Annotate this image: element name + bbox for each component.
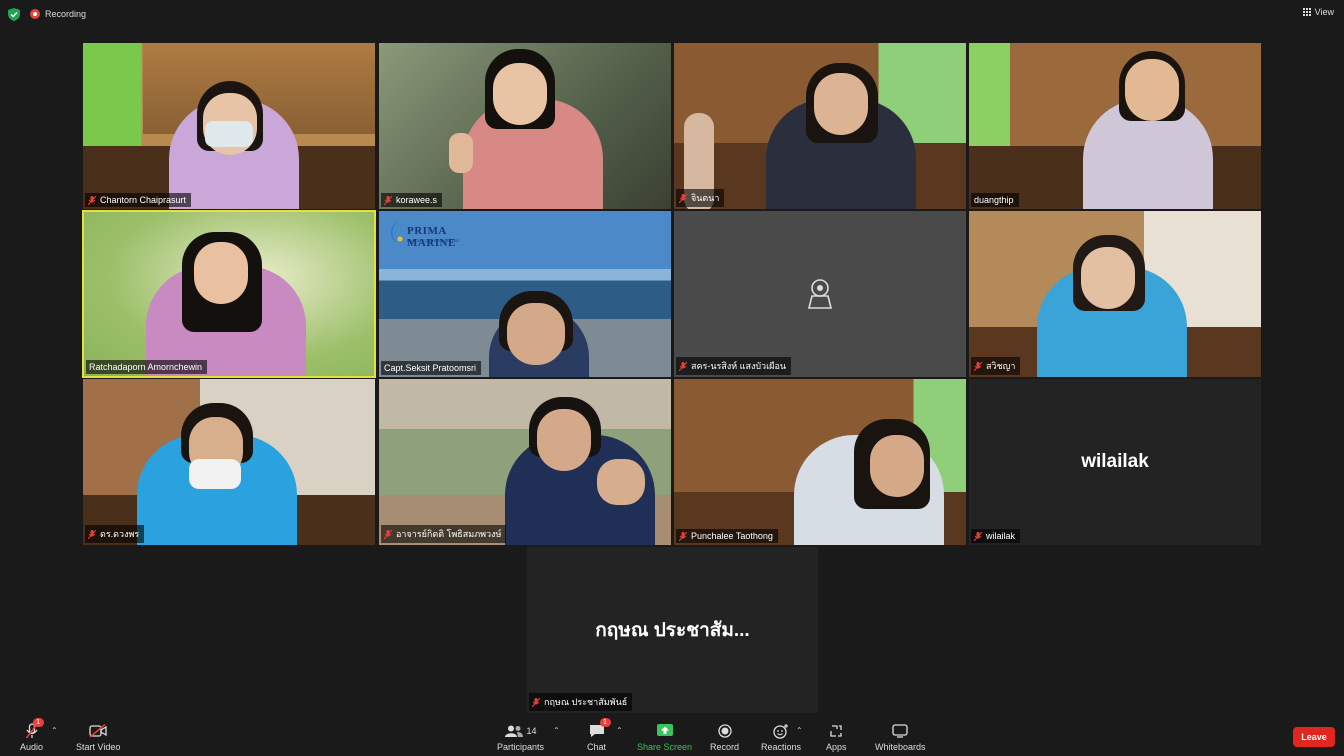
- mic-muted-icon: [679, 361, 687, 371]
- video-tile-camera-off[interactable]: wilailak wilailak: [969, 379, 1261, 545]
- start-video-label: Start Video: [76, 742, 121, 752]
- audio-alert-badge: 1: [32, 718, 44, 727]
- participant-name: Capt.Seksit Pratoomsri: [384, 363, 477, 373]
- participant-name-tag: korawee.s: [381, 193, 443, 207]
- participant-name: Ratchadaporn Amornchewin: [89, 362, 203, 372]
- video-tile[interactable]: korawee.s: [379, 43, 671, 209]
- participant-name: korawee.s: [396, 195, 438, 205]
- participant-name-tag: กฤษณ ประชาสัมพันธ์: [529, 693, 633, 711]
- share-screen-label: Share Screen: [637, 742, 693, 752]
- video-tile[interactable]: ดร.ดวงพร: [83, 379, 375, 545]
- mic-muted-icon: [88, 195, 96, 205]
- audio-button[interactable]: 1 Audio: [20, 718, 44, 752]
- meeting-top-bar: Recording View: [0, 0, 1344, 28]
- participant-name: สคร-นรสิงห์ แสงบัวเผือน: [691, 361, 787, 371]
- start-video-button[interactable]: Start Video: [76, 722, 120, 752]
- shield-icon[interactable]: [8, 8, 20, 21]
- participants-count: 14: [526, 726, 537, 736]
- whiteboard-icon: [892, 724, 908, 738]
- record-label: Record: [710, 742, 740, 752]
- participant-name-tag: สวิชญา: [971, 357, 1021, 375]
- chat-options-chevron-icon[interactable]: ⌃: [616, 726, 623, 735]
- participant-name: ดร.ดวงพร: [100, 529, 140, 539]
- chat-label: Chat: [587, 742, 607, 752]
- participant-name-tag: จินตนา: [676, 189, 725, 207]
- video-tile[interactable]: Chantorn Chaiprasurt: [83, 43, 375, 209]
- participant-name-tag: Capt.Seksit Pratoomsri: [381, 361, 482, 375]
- participant-name: wilailak: [986, 531, 1016, 541]
- video-tile[interactable]: PRIMA MARINE PUBLIC COMPANY LIMITED Capt…: [379, 211, 671, 377]
- camera-off-icon: [807, 279, 833, 309]
- video-tile-active-speaker[interactable]: Ratchadaporn Amornchewin: [82, 210, 376, 378]
- participants-icon: [504, 725, 523, 737]
- recording-indicator[interactable]: Recording: [30, 6, 86, 22]
- meeting-controls-toolbar: 1 Audio ⌃ Start Video 14 Participants ⌃: [0, 718, 1344, 756]
- apps-button[interactable]: Apps: [826, 722, 847, 752]
- reactions-icon: [773, 723, 789, 739]
- participant-name: duangthip: [974, 195, 1014, 205]
- video-tile-camera-off[interactable]: สคร-นรสิงห์ แสงบัวเผือน: [674, 211, 966, 377]
- participant-name-tag: อาจารย์กิตติ โพธิสมภพวงษ์: [381, 525, 507, 543]
- logo-subtext: PUBLIC COMPANY LIMITED: [407, 238, 460, 243]
- chat-button[interactable]: 1 Chat: [587, 718, 611, 752]
- apps-icon: [830, 725, 842, 737]
- whiteboards-label: Whiteboards: [875, 742, 926, 752]
- participant-name-tag: สคร-นรสิงห์ แสงบัวเผือน: [676, 357, 792, 375]
- audio-options-chevron-icon[interactable]: ⌃: [51, 726, 58, 735]
- participant-name-tag: Ratchadaporn Amornchewin: [86, 360, 208, 374]
- video-tile[interactable]: สวิชญา: [969, 211, 1261, 377]
- participants-button[interactable]: 14 Participants: [497, 722, 544, 752]
- video-tile[interactable]: อาจารย์กิตติ โพธิสมภพวงษ์: [379, 379, 671, 545]
- participants-options-chevron-icon[interactable]: ⌃: [553, 726, 560, 735]
- share-screen-button[interactable]: Share Screen: [637, 722, 692, 752]
- mic-muted-icon: [384, 195, 392, 205]
- participant-name-tag: ดร.ดวงพร: [85, 525, 145, 543]
- recording-label: Recording: [45, 9, 87, 19]
- leave-button[interactable]: Leave: [1293, 727, 1335, 747]
- participant-name-tag: duangthip: [971, 193, 1019, 207]
- video-tile[interactable]: duangthip: [969, 43, 1261, 209]
- mic-muted-icon: [679, 531, 687, 541]
- mic-muted-icon: [974, 531, 982, 541]
- grid-view-icon: [1302, 8, 1311, 16]
- participant-display-name: wilailak: [1081, 451, 1149, 472]
- video-off-icon: [89, 724, 107, 738]
- prima-marine-logo: PRIMA MARINE PUBLIC COMPANY LIMITED: [379, 219, 489, 249]
- view-label: View: [1314, 7, 1334, 17]
- reactions-label: Reactions: [761, 742, 802, 752]
- mic-muted-icon: [384, 529, 392, 539]
- apps-label: Apps: [826, 742, 847, 752]
- participant-name-tag: Punchalee Taothong: [676, 529, 778, 543]
- mic-muted-icon: [974, 361, 982, 371]
- participant-name: สวิชญา: [986, 361, 1016, 371]
- record-icon: [717, 724, 732, 738]
- share-screen-icon: [656, 724, 673, 736]
- view-button[interactable]: View: [1302, 7, 1334, 17]
- participants-label: Participants: [497, 742, 545, 752]
- mic-muted-icon: [679, 193, 687, 203]
- participant-name: กฤษณ ประชาสัมพันธ์: [544, 697, 628, 707]
- audio-label: Audio: [20, 742, 44, 752]
- participant-name: จินตนา: [691, 193, 720, 203]
- participant-name-tag: Chantorn Chaiprasurt: [85, 193, 192, 207]
- participant-name: Chantorn Chaiprasurt: [100, 195, 187, 205]
- participant-name-tag: wilailak: [971, 529, 1021, 543]
- participant-name: Punchalee Taothong: [691, 531, 773, 541]
- video-tile[interactable]: จินตนา: [674, 43, 966, 209]
- mic-muted-icon: [532, 697, 540, 707]
- chat-unread-badge: 1: [599, 718, 611, 727]
- participant-display-name: กฤษณ ประชาสัม...: [595, 620, 750, 641]
- logo-text: PRIMA MARINE: [407, 225, 456, 249]
- reactions-options-chevron-icon[interactable]: ⌃: [796, 726, 803, 735]
- recording-icon: [30, 9, 40, 19]
- mic-muted-icon: [88, 529, 96, 539]
- video-tile[interactable]: Punchalee Taothong: [674, 379, 966, 545]
- record-button[interactable]: Record: [710, 722, 739, 752]
- whiteboards-button[interactable]: Whiteboards: [875, 722, 926, 752]
- video-tile-camera-off[interactable]: กฤษณ ประชาสัม... กฤษณ ประชาสัมพันธ์: [527, 547, 818, 713]
- participant-name: อาจารย์กิตติ โพธิสมภพวงษ์: [396, 529, 502, 539]
